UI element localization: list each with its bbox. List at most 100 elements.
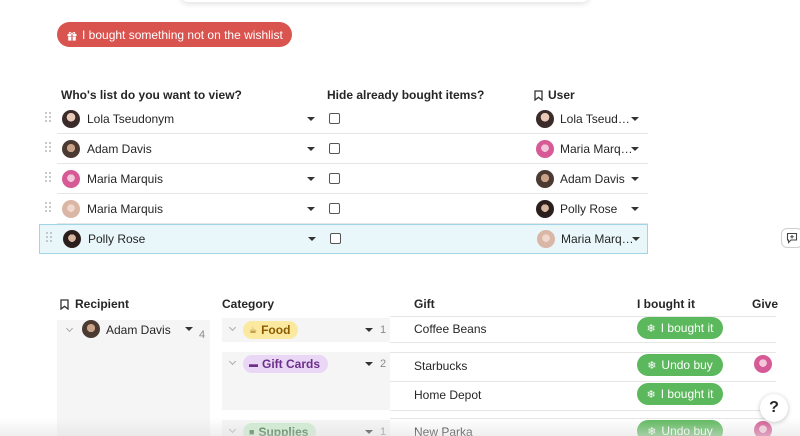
hide-bought-checkbox[interactable] [329,203,340,214]
avatar [536,110,554,128]
top-panel-edge [180,0,590,2]
caret-down-icon[interactable] [185,327,193,331]
category-count: 1 [380,324,387,336]
i-bought-it-button[interactable]: ❄ I bought it [637,317,723,339]
giver-avatar [754,355,772,373]
user-dropdown-icon[interactable] [631,117,639,121]
drag-handle-icon[interactable] [45,202,51,214]
avatar [63,230,81,248]
chevron-down-icon[interactable] [228,357,237,366]
list-row[interactable]: Polly Rose Maria Marq… [39,224,648,254]
category-group: ■ Supplies 1 [222,420,390,436]
comment-plus-icon [786,232,798,244]
row-divider [390,410,776,411]
category-pill: ▬ Gift Cards [243,355,329,373]
caret-down-icon[interactable] [365,328,373,332]
avatar [62,140,80,158]
header-category: Category [222,297,275,311]
category-icon: ▬ [249,359,258,369]
chevron-down-icon[interactable] [228,323,237,332]
avatar [536,200,554,218]
user-dropdown-icon[interactable] [631,147,639,151]
category-count: 2 [380,358,387,370]
caret-down-icon[interactable] [365,430,373,434]
header-hide-bought: Hide already bought items? [327,88,485,102]
list-row[interactable]: Maria Marquis Polly Rose [45,194,648,224]
header-gift: Gift [414,297,435,311]
user-name: Adam Davis [560,172,625,186]
category-icon: ☕ [249,324,258,335]
avatar [537,230,555,248]
recipient-count: 4 [199,329,206,341]
hide-bought-checkbox[interactable] [329,143,340,154]
avatar [62,110,80,128]
category-group: ☕ Food 1 [222,318,390,342]
gift-name: Coffee Beans [414,322,487,336]
avatar [62,170,80,188]
drag-handle-icon[interactable] [46,232,52,244]
list-owner-name: Lola Tseudonym [87,112,175,126]
bought-off-wishlist-button[interactable]: I bought something not on the wishlist [57,22,292,47]
header-whose-list: Who's list do you want to view? [61,88,242,102]
help-button[interactable]: ? [760,394,788,422]
row-divider [390,342,776,343]
avatar [536,170,554,188]
chevron-down-icon[interactable] [228,425,237,434]
user-dropdown-icon[interactable] [631,207,639,211]
undo-buy-button[interactable]: ❄ Undo buy [637,354,723,376]
list-owner-dropdown-icon[interactable] [308,237,316,241]
category-count: 1 [380,426,387,436]
chevron-down-icon[interactable] [65,324,74,333]
hide-bought-checkbox[interactable] [329,173,340,184]
i-bought-it-button[interactable]: ❄ I bought it [637,383,723,405]
list-row[interactable]: Maria Marquis Adam Davis [45,164,648,194]
snowflake-icon: ❄ [646,322,656,335]
bought-off-wishlist-label: I bought something not on the wishlist [82,27,283,42]
recipient-group: Adam Davis 4 [57,320,210,436]
drag-handle-icon[interactable] [45,172,51,184]
user-dropdown-icon[interactable] [632,237,640,241]
list-owner-name: Polly Rose [88,232,146,246]
hide-bought-checkbox[interactable] [329,113,340,124]
avatar [82,320,100,338]
row-divider [390,316,776,317]
header-giver: Give [752,297,779,311]
user-dropdown-icon[interactable] [631,177,639,181]
list-owner-dropdown-icon[interactable] [307,207,315,211]
user-name: Maria Marq… [561,232,634,246]
caret-down-icon[interactable] [365,362,373,366]
list-owner-name: Maria Marquis [87,202,164,216]
gift-name: Home Depot [414,388,482,402]
add-comment-button[interactable] [781,228,800,248]
user-name: Polly Rose [560,202,618,216]
avatar [536,140,554,158]
category-pill: ■ Supplies [243,423,317,436]
bookmark-icon [534,89,543,101]
list-row[interactable]: Adam Davis Maria Marq… [45,134,648,164]
bookmark-icon [60,298,69,310]
list-owner-dropdown-icon[interactable] [307,117,315,121]
gift-icon [67,30,77,41]
snowflake-icon: ❄ [647,359,657,372]
recipient-name: Adam Davis [106,323,171,337]
user-name: Lola Tseud… [560,112,630,126]
gift-name: Starbucks [414,359,468,373]
snowflake-icon: ❄ [646,388,656,401]
gifts-table: Recipient Category Gift I bought it Give… [0,290,800,436]
drag-handle-icon[interactable] [45,142,51,154]
list-owner-dropdown-icon[interactable] [307,177,315,181]
hide-bought-checkbox[interactable] [330,233,341,244]
list-owner-name: Maria Marquis [87,172,164,186]
snowflake-icon: ❄ [647,425,657,436]
avatar [62,200,80,218]
row-divider [390,352,776,353]
category-icon: ■ [249,427,255,436]
list-owner-dropdown-icon[interactable] [307,147,315,151]
giver-avatar [754,421,772,436]
undo-buy-button[interactable]: ❄ Undo buy [637,420,723,436]
row-divider [390,381,776,382]
header-user: User [534,88,575,102]
list-row[interactable]: Lola Tseudonym Lola Tseud… [45,104,648,134]
category-pill: ☕ Food [243,321,299,339]
drag-handle-icon[interactable] [45,112,51,124]
